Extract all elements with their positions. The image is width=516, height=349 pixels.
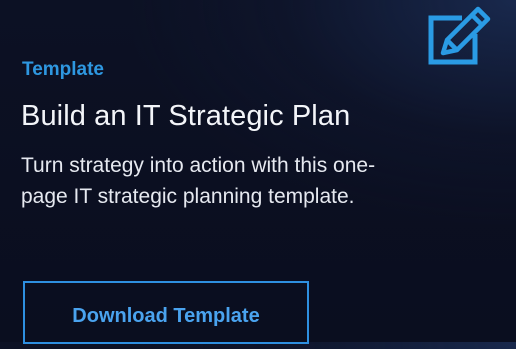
card-description: Turn strategy into action with this one-… bbox=[21, 150, 491, 212]
card-title: Build an IT Strategic Plan bbox=[21, 100, 351, 132]
description-line: Turn strategy into action with this one- bbox=[21, 154, 376, 177]
template-label: Template bbox=[22, 59, 105, 80]
download-template-button[interactable]: Download Template bbox=[23, 281, 309, 344]
edit-icon bbox=[426, 4, 494, 68]
template-card: Template Build an IT Strategic Plan Turn… bbox=[0, 0, 516, 344]
description-line: page IT strategic planning template. bbox=[21, 185, 355, 208]
